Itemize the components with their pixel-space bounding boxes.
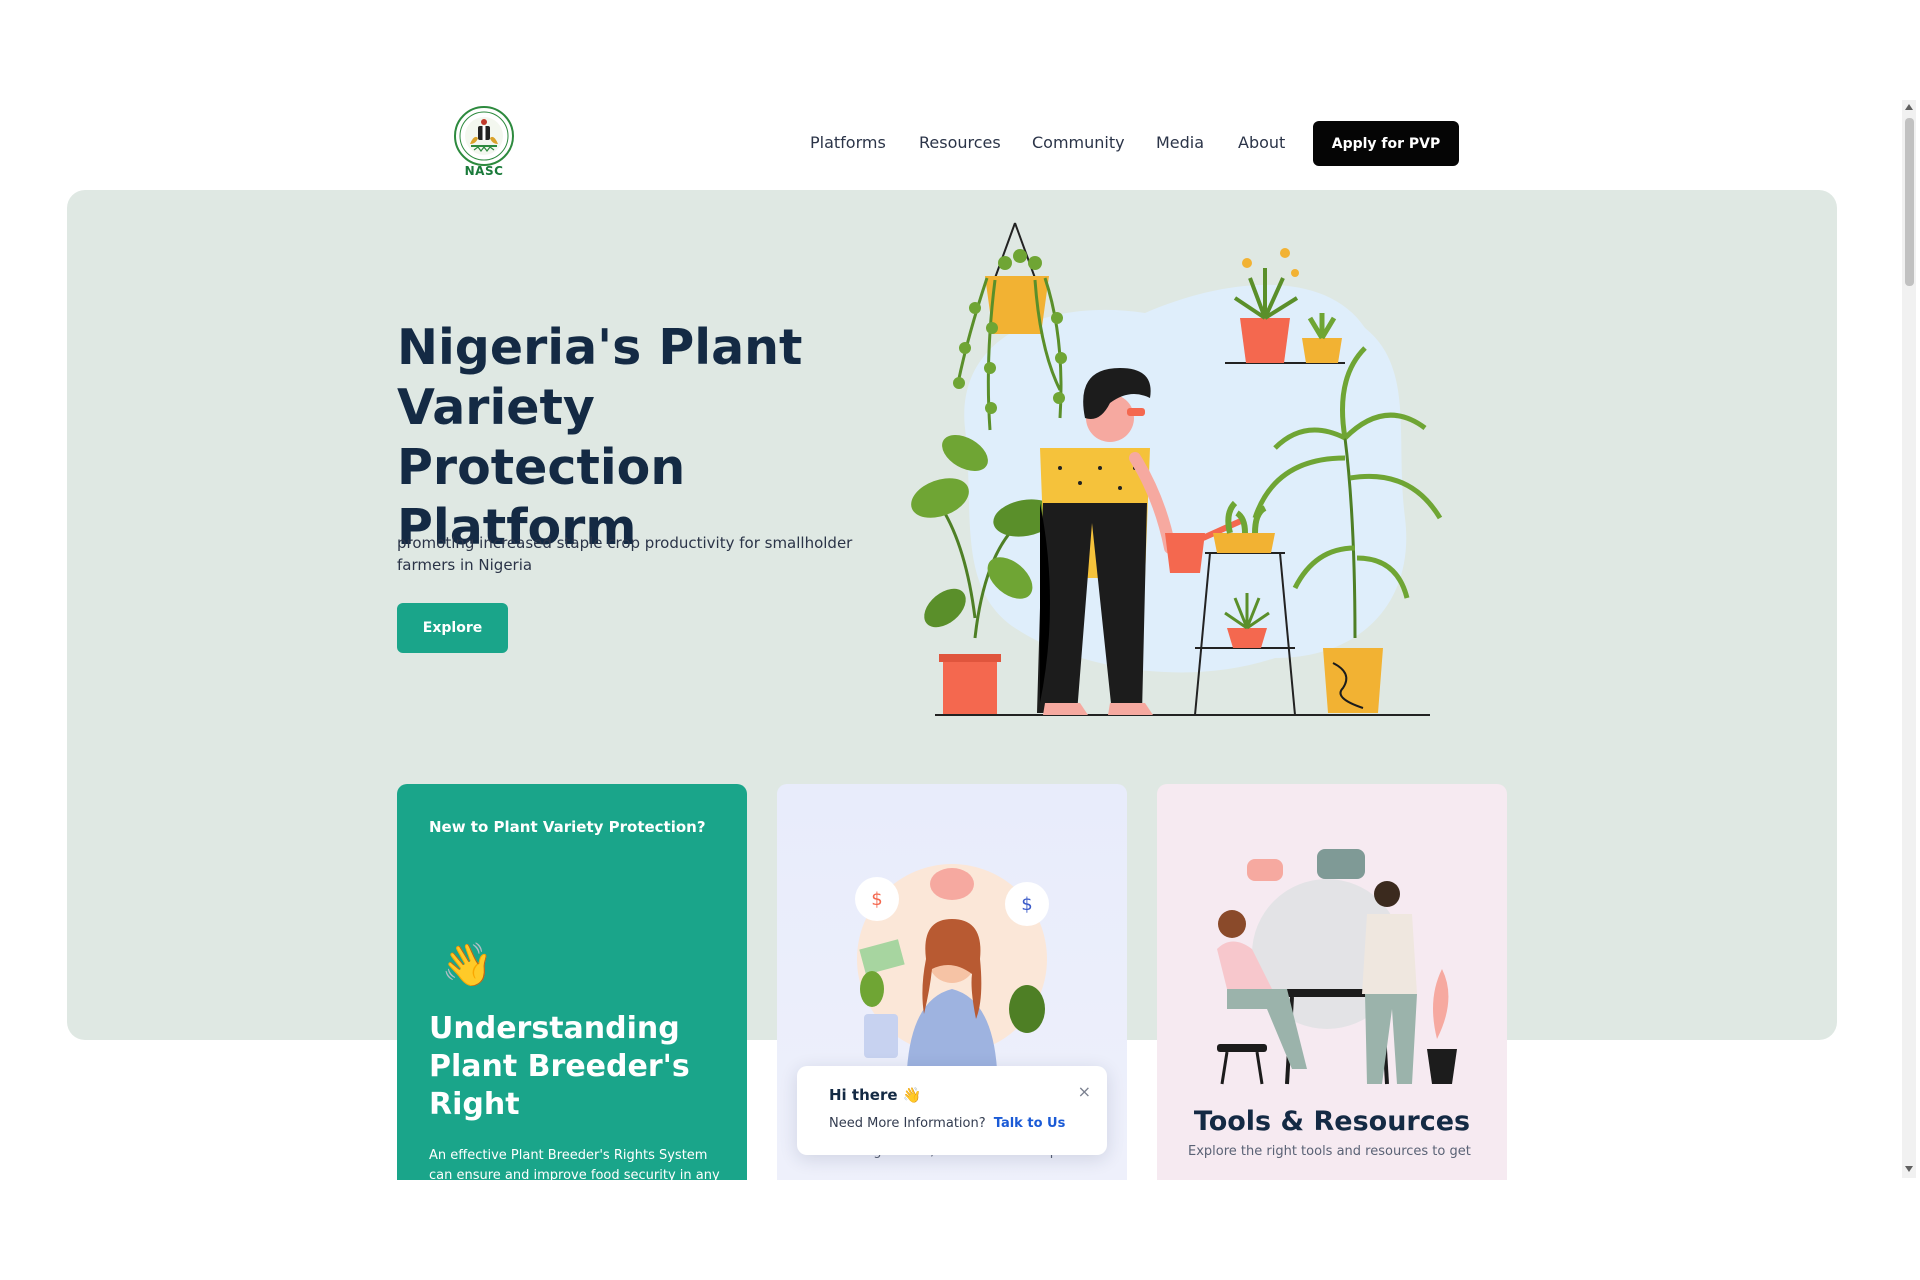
nav-about[interactable]: About xyxy=(1238,133,1285,152)
card-tools-resources[interactable]: Tools & Resources Explore the right tool… xyxy=(1157,784,1507,1180)
nasc-logo[interactable]: NASC xyxy=(452,106,516,178)
hero-title: Nigeria's Plant Variety Protection Platf… xyxy=(397,319,803,556)
svg-text:$: $ xyxy=(871,889,882,910)
card-understanding-pbr[interactable]: New to Plant Variety Protection? 👋 Under… xyxy=(397,784,747,1180)
people-meeting-illustration xyxy=(1217,849,1457,1085)
chat-popup[interactable]: Hi there 👋 Need More Information? Talk t… xyxy=(797,1066,1107,1155)
card-description: An effective Plant Breeder's Rights Syst… xyxy=(429,1148,720,1180)
svg-text:$: $ xyxy=(1021,894,1032,915)
waving-hand-icon: 👋 xyxy=(441,940,494,989)
card-title: Tools & Resources xyxy=(1193,1106,1471,1137)
card-kicker: New to Plant Variety Protection? xyxy=(429,818,706,836)
apply-for-pvp-button[interactable]: Apply for PVP xyxy=(1313,121,1459,166)
chat-question-text: Need More Information? xyxy=(829,1116,986,1131)
scroll-down-arrow-icon[interactable] xyxy=(1905,1166,1913,1172)
card-description: Explore the right tools and resources to… xyxy=(1188,1144,1471,1159)
nav-media[interactable]: Media xyxy=(1156,133,1204,152)
scroll-up-arrow-icon[interactable] xyxy=(1905,104,1913,110)
scroll-thumb[interactable] xyxy=(1905,118,1914,286)
page-scrollbar[interactable] xyxy=(1902,100,1916,1178)
explore-button[interactable]: Explore xyxy=(397,603,508,653)
chat-greeting: Hi there 👋 xyxy=(829,1086,922,1104)
nav-community[interactable]: Community xyxy=(1032,133,1125,152)
talk-to-us-link[interactable]: Talk to Us xyxy=(994,1116,1066,1131)
logo-text: NASC xyxy=(464,164,504,178)
nasc-seal-icon xyxy=(454,106,514,166)
card-heading: Understanding Plant Breeder's Right xyxy=(429,1011,690,1122)
woman-finance-illustration: $ $ xyxy=(855,864,1049,1069)
woman-watering-plants-illustration xyxy=(911,222,1443,716)
nav-platforms[interactable]: Platforms xyxy=(810,133,886,152)
nav-resources[interactable]: Resources xyxy=(919,133,1001,152)
hero-subtitle: promoting increased staple crop producti… xyxy=(397,534,853,574)
close-icon[interactable]: × xyxy=(1078,1082,1091,1101)
chat-question: Need More Information? Talk to Us xyxy=(829,1116,1065,1131)
